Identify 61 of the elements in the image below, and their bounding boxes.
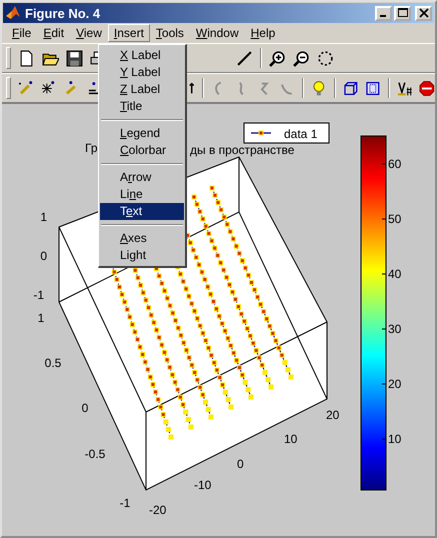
close-icon <box>418 8 428 18</box>
pencil-icon[interactable] <box>18 80 34 96</box>
menu-item[interactable]: Axes <box>100 230 184 247</box>
menu-item[interactable]: Colorbar <box>100 142 184 159</box>
legend-label: data 1 <box>284 127 318 141</box>
menu-item[interactable]: Line <box>100 186 184 203</box>
menu-item[interactable]: View <box>70 24 108 42</box>
colorbar-tick-label: 50 <box>388 212 402 226</box>
plot-title: Гр <box>85 141 98 155</box>
menu-item[interactable]: Legend <box>100 125 184 142</box>
menu-item[interactable]: Text <box>100 203 184 220</box>
new-file-icon[interactable] <box>18 50 35 66</box>
axis-tick-label: 1 <box>38 311 44 325</box>
menu-item[interactable]: Tools <box>150 24 190 42</box>
close-button[interactable] <box>415 6 432 20</box>
sparkle-icon[interactable] <box>40 80 56 96</box>
window-title: Figure No. 4 <box>25 6 102 20</box>
menu-item[interactable]: File <box>6 24 38 42</box>
rotate-icon[interactable] <box>317 50 334 66</box>
axis-tick-label: 1 <box>40 210 47 224</box>
save-icon[interactable] <box>66 50 83 66</box>
axis-tick-label: 0 <box>237 457 244 471</box>
axis-tick-label: -1 <box>33 288 44 302</box>
matlab-logo-icon <box>5 5 21 21</box>
cube-icon[interactable] <box>342 80 358 96</box>
axis-tick-label: -10 <box>194 478 212 492</box>
minimize-button[interactable] <box>375 6 392 20</box>
light-bulb-icon[interactable] <box>310 80 327 96</box>
colorbar-tick-label: 10 <box>388 432 402 446</box>
menu-item[interactable]: Help <box>244 24 282 42</box>
axis-tick-label: -20 <box>149 503 166 517</box>
colorbar-tick-label: 30 <box>388 322 402 336</box>
axis-tick-label: -1 <box>120 496 130 510</box>
line-tool-icon[interactable] <box>236 50 253 66</box>
stop-sign-icon[interactable] <box>419 80 435 96</box>
menu-item[interactable]: Edit <box>37 24 70 42</box>
zoom-out-icon[interactable] <box>293 50 310 66</box>
menu-item[interactable]: Y Label <box>100 64 184 81</box>
menu-item[interactable]: Arrow <box>100 169 184 186</box>
axis-tick-label: 10 <box>284 432 298 446</box>
menu-item[interactable]: Window <box>190 24 245 42</box>
colorbar-tick-label: 20 <box>388 377 402 391</box>
menu-item[interactable]: X Label <box>100 47 184 64</box>
axis-tick-label: 0 <box>40 249 47 263</box>
axis-tick-label: 0 <box>82 401 88 415</box>
legend-line-icon <box>251 130 271 136</box>
axis-tick-label: 0.5 <box>44 356 62 370</box>
menu-item[interactable]: Insert <box>108 24 150 42</box>
plot-title: ды в пространстве <box>190 143 294 157</box>
zoom-in-icon[interactable] <box>269 50 286 66</box>
maximize-button[interactable] <box>394 6 411 20</box>
minimize-icon <box>380 15 386 17</box>
colorbar-tick-label: 60 <box>388 157 402 171</box>
menu-item[interactable]: Z Label <box>100 81 184 98</box>
maximize-icon <box>398 8 408 18</box>
menu-item[interactable]: Title <box>100 98 184 115</box>
box-icon[interactable] <box>365 80 381 96</box>
colorbar-tick-label: 40 <box>388 267 402 281</box>
axis-tick-label: 20 <box>326 408 340 422</box>
axis-tick-label: -0.5 <box>84 447 106 461</box>
menu-item[interactable]: Light <box>100 247 184 264</box>
